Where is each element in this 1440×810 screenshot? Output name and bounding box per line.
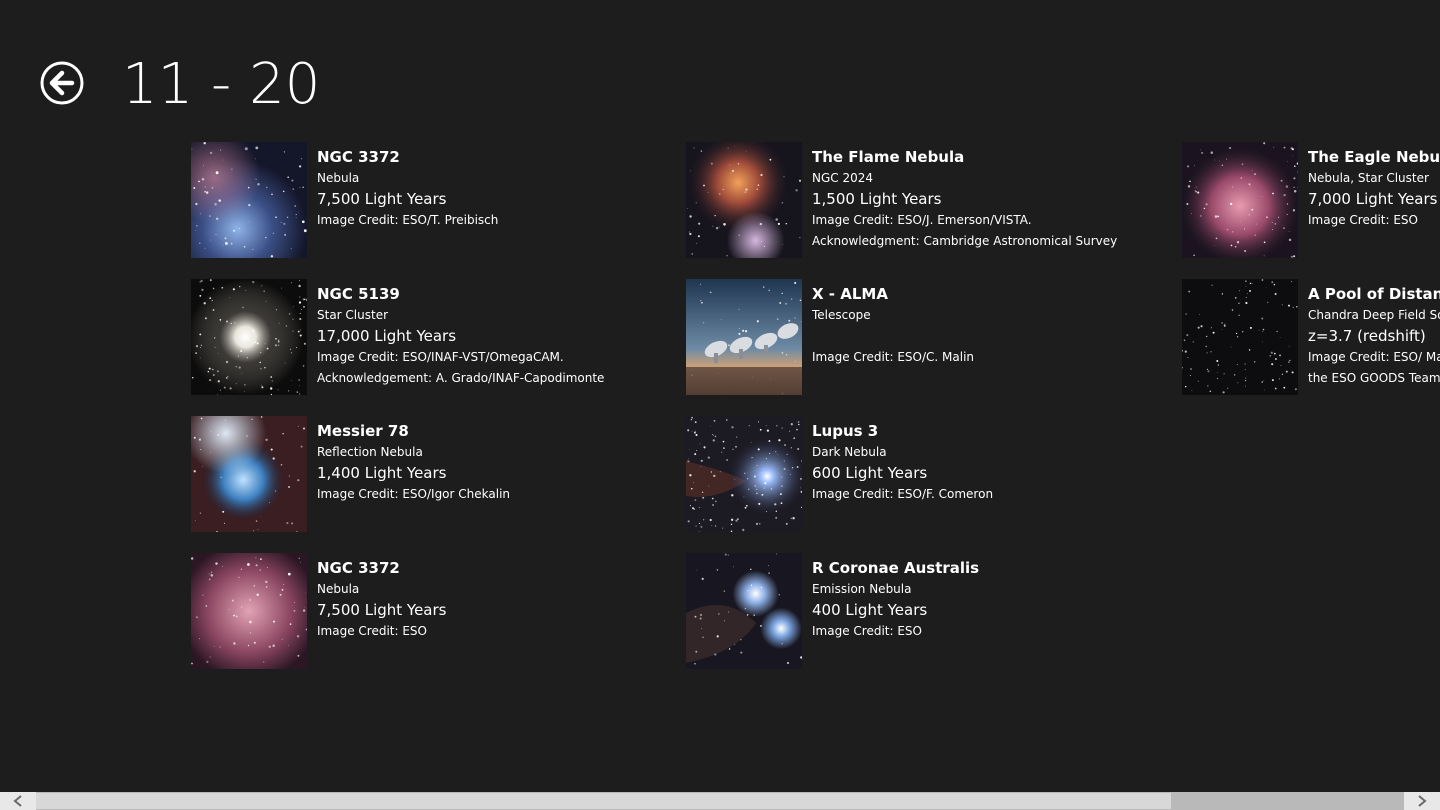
item-title: A Pool of Distant G (1308, 285, 1440, 303)
item-credit: Image Credit: ESO/F. Comeron (812, 484, 1152, 505)
item-info: NGC 3372 Nebula 7,500 Light Years Image Cre… (317, 146, 657, 231)
item-category: Dark Nebula (812, 445, 887, 459)
item-title: Messier 78 (317, 422, 409, 440)
item-category: Nebula (317, 582, 360, 596)
item-info: The Eagle Nebula Nebula, Star Cluster 7,00… (1308, 146, 1440, 231)
scroll-right-button[interactable] (1404, 792, 1440, 810)
item-title: The Eagle Nebula (1308, 148, 1440, 166)
item-thumbnail[interactable] (191, 142, 307, 258)
item-title: R Coronae Australis (812, 559, 980, 577)
gallery-item[interactable]: NGC 3372 Nebula 7,500 Light Years Image Cre… (191, 553, 661, 670)
item-thumbnail[interactable] (686, 279, 802, 395)
item-info: The Flame Nebula NGC 2024 1,500 Light Year… (812, 146, 1152, 252)
item-thumbnail[interactable] (1182, 142, 1298, 258)
item-credit-line: the ESO GOODS Team (1308, 371, 1440, 385)
item-credit-line: Image Credit: ESO/T. Preibisch (317, 213, 499, 227)
item-title: NGC 5139 (317, 285, 400, 303)
item-category: Telescope (812, 308, 871, 322)
item-credit: Image Credit: ESO (812, 621, 1152, 642)
gallery-item[interactable]: The Eagle Nebula Nebula, Star Cluster 7,00… (1182, 142, 1440, 259)
item-credit: Image Credit: ESO/J. Emerson/VISTA. Ackno… (812, 210, 1152, 252)
item-credit-line: Image Credit: ESO/ Mar (1308, 350, 1440, 364)
item-credit: Image Credit: ESO/C. Malin (812, 347, 1152, 368)
item-credit-line: Image Credit: ESO/J. Emerson/VISTA. (812, 213, 1032, 227)
item-thumbnail[interactable] (686, 553, 802, 669)
item-distance: 7,500 Light Years (317, 601, 447, 619)
chevron-left-icon (13, 795, 22, 807)
scroll-track[interactable] (36, 792, 1404, 810)
item-credit-line: Acknowledgement: A. Grado/INAF-Capodimon… (317, 371, 605, 385)
item-title: NGC 3372 (317, 148, 400, 166)
gallery-item[interactable]: NGC 5139 Star Cluster 17,000 Light Years Im… (191, 279, 661, 396)
item-credit-line: Image Credit: ESO/C. Malin (812, 350, 975, 364)
item-thumbnail[interactable] (686, 416, 802, 532)
item-category: Nebula (317, 171, 360, 185)
gallery-item[interactable]: X - ALMA Telescope Image Credit: ESO/C. Ma… (686, 279, 1156, 396)
item-title: NGC 3372 (317, 559, 400, 577)
item-credit-line: Acknowledgment: Cambridge Astronomical S… (812, 234, 1118, 248)
item-distance: 1,400 Light Years (317, 464, 447, 482)
item-credit-line: Image Credit: ESO (317, 624, 427, 638)
scroll-thumb[interactable] (36, 793, 1171, 809)
item-info: NGC 3372 Nebula 7,500 Light Years Image Cre… (317, 557, 657, 642)
item-info: Lupus 3 Dark Nebula 600 Light Years Image C… (812, 420, 1152, 505)
item-info: A Pool of Distant G Chandra Deep Field So… (1308, 283, 1440, 389)
item-title: X - ALMA (812, 285, 888, 303)
item-credit: Image Credit: ESO/ Mar the ESO GOODS Team (1308, 347, 1440, 389)
item-credit: Image Credit: ESO (1308, 210, 1440, 231)
scroll-left-button[interactable] (0, 792, 36, 810)
item-credit: Image Credit: ESO/T. Preibisch (317, 210, 657, 231)
item-thumbnail[interactable] (191, 416, 307, 532)
gallery-item[interactable]: The Flame Nebula NGC 2024 1,500 Light Year… (686, 142, 1156, 259)
item-info: R Coronae Australis Emission Nebula 400 Li… (812, 557, 1152, 642)
back-button[interactable] (40, 61, 84, 105)
item-distance: 7,000 Light Years (1308, 190, 1438, 208)
item-distance: 600 Light Years (812, 464, 928, 482)
item-title: Lupus 3 (812, 422, 879, 440)
back-arrow-icon (40, 61, 84, 105)
item-distance: 7,500 Light Years (317, 190, 447, 208)
item-thumbnail[interactable] (191, 279, 307, 395)
item-thumbnail[interactable] (191, 553, 307, 669)
gallery-item[interactable]: R Coronae Australis Emission Nebula 400 Li… (686, 553, 1156, 670)
item-category: Reflection Nebula (317, 445, 423, 459)
item-distance: z=3.7 (redshift) (1308, 327, 1426, 345)
item-category: NGC 2024 (812, 171, 874, 185)
item-thumbnail[interactable] (1182, 279, 1298, 395)
item-category: Chandra Deep Field Sou (1308, 308, 1440, 322)
item-category: Emission Nebula (812, 582, 912, 596)
item-title: The Flame Nebula (812, 148, 965, 166)
item-credit-line: Image Credit: ESO/F. Comeron (812, 487, 994, 501)
horizontal-scrollbar[interactable] (0, 792, 1440, 810)
item-credit-line: Image Credit: ESO/Igor Chekalin (317, 487, 511, 501)
page: 11 - 20 NGC 3372 Nebula 7,500 Light Years I… (0, 0, 1440, 810)
item-info: Messier 78 Reflection Nebula 1,400 Light Y… (317, 420, 657, 505)
item-info: X - ALMA Telescope Image Credit: ESO/C. Ma… (812, 283, 1152, 368)
item-credit-line: Image Credit: ESO (812, 624, 922, 638)
item-credit-line: Image Credit: ESO/INAF-VST/OmegaCAM. (317, 350, 564, 364)
item-thumbnail[interactable] (686, 142, 802, 258)
gallery-item[interactable]: Messier 78 Reflection Nebula 1,400 Light Y… (191, 416, 661, 533)
chevron-right-icon (1418, 795, 1427, 807)
item-category: Nebula, Star Cluster (1308, 171, 1429, 185)
page-title: 11 - 20 (122, 52, 321, 117)
item-credit-line: Image Credit: ESO (1308, 213, 1418, 227)
item-credit: Image Credit: ESO (317, 621, 657, 642)
gallery-item[interactable]: NGC 3372 Nebula 7,500 Light Years Image Cre… (191, 142, 661, 259)
item-distance: 400 Light Years (812, 601, 928, 619)
item-category: Star Cluster (317, 308, 389, 322)
item-distance (812, 325, 1152, 347)
item-credit: Image Credit: ESO/Igor Chekalin (317, 484, 657, 505)
gallery-item[interactable]: Lupus 3 Dark Nebula 600 Light Years Image C… (686, 416, 1156, 533)
gallery-item[interactable]: A Pool of Distant G Chandra Deep Field So… (1182, 279, 1440, 396)
item-distance: 17,000 Light Years (317, 327, 457, 345)
item-info: NGC 5139 Star Cluster 17,000 Light Years Im… (317, 283, 657, 389)
item-credit: Image Credit: ESO/INAF-VST/OmegaCAM. Ackn… (317, 347, 657, 389)
item-distance: 1,500 Light Years (812, 190, 942, 208)
